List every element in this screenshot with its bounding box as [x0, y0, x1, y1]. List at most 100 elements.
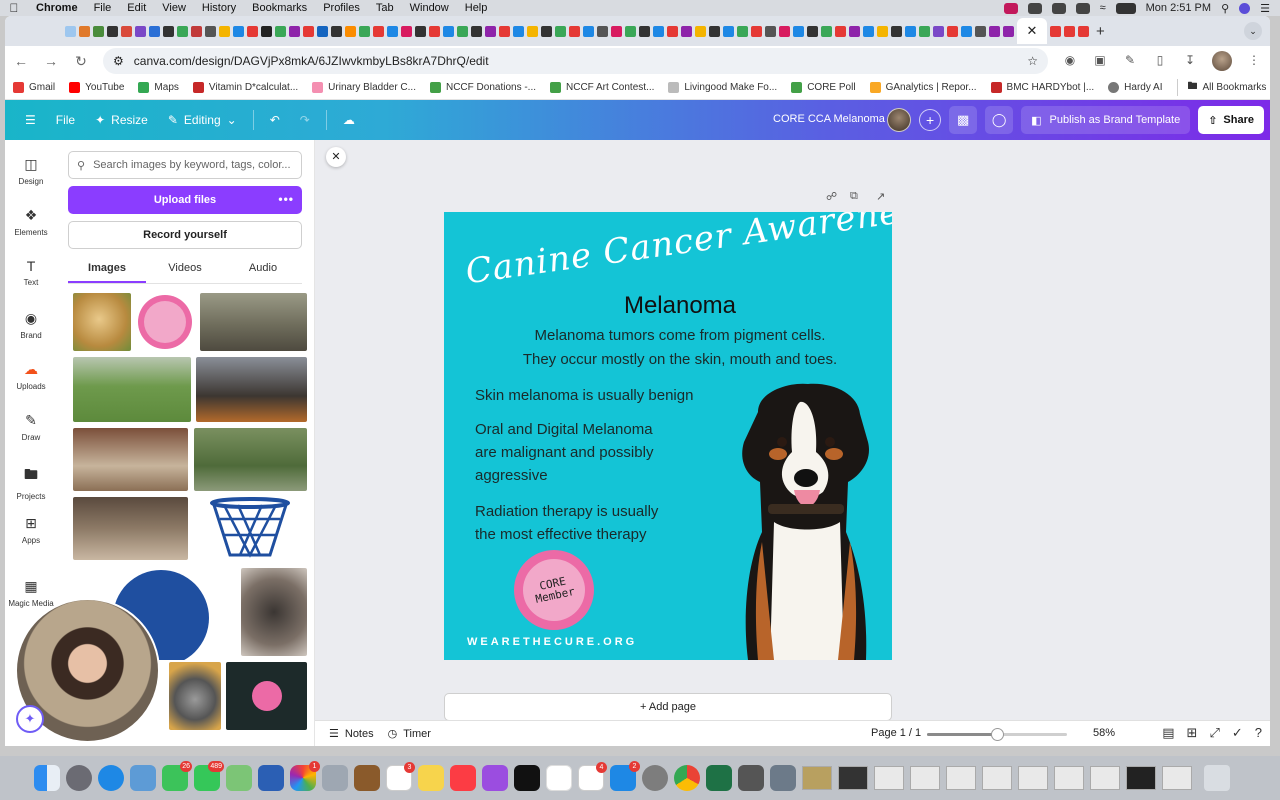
tab-favicon[interactable]: [401, 25, 412, 37]
rail-elements[interactable]: ❖ Elements: [5, 207, 57, 237]
download-icon[interactable]: ↧: [1182, 53, 1198, 69]
grid-view-icon[interactable]: ⊞: [1187, 725, 1198, 741]
rail-magic-media[interactable]: ▦ Magic Media: [5, 578, 57, 608]
excel-icon[interactable]: [706, 765, 732, 791]
bookmark-maps[interactable]: Maps: [138, 82, 179, 93]
magic-assistant-icon[interactable]: ✦: [16, 705, 44, 733]
bookmark-star-icon[interactable]: ☆: [1027, 54, 1038, 68]
upload-thumbnail-basketball-net[interactable]: [194, 497, 307, 560]
tab-favicon[interactable]: [877, 25, 888, 37]
dock-window-thumbnail[interactable]: [1090, 766, 1120, 790]
url-text[interactable]: canva.com/design/DAGVjPx8mkA/6JZIwvkmbyL…: [134, 54, 1017, 68]
tab-favicon[interactable]: [163, 25, 174, 37]
messages-icon[interactable]: 489: [194, 761, 224, 791]
undo-icon[interactable]: ↶: [260, 100, 290, 140]
news-icon[interactable]: [546, 765, 572, 791]
podcasts-icon[interactable]: [482, 765, 508, 791]
tray-icon[interactable]: [1003, 2, 1018, 14]
tab-audio[interactable]: Audio: [224, 258, 302, 283]
tab-favicon[interactable]: [1050, 25, 1061, 37]
tab-favicon[interactable]: [513, 25, 524, 37]
menu-tab[interactable]: Tab: [368, 2, 402, 14]
tab-favicon[interactable]: [961, 25, 972, 37]
apple-menu-icon[interactable]: : [0, 1, 28, 15]
chrome-icon[interactable]: [674, 765, 700, 791]
add-page-button[interactable]: + Add page: [444, 693, 892, 721]
spotlight-icon[interactable]: ⚲: [1221, 2, 1229, 15]
upload-thumbnail-golden-dog[interactable]: [73, 293, 131, 351]
control-center-icon[interactable]: ☰: [1260, 2, 1270, 15]
tab-favicon[interactable]: [723, 25, 734, 37]
photos-icon[interactable]: 1: [290, 761, 320, 791]
dock-window-thumbnail[interactable]: [1018, 766, 1048, 790]
menu-edit[interactable]: Edit: [119, 2, 154, 14]
keychain-icon[interactable]: [322, 765, 348, 791]
tab-favicon[interactable]: [751, 25, 762, 37]
tab-favicon[interactable]: [345, 25, 356, 37]
dock-window-thumbnail[interactable]: [946, 766, 976, 790]
safari-icon[interactable]: [98, 765, 124, 791]
trash-icon[interactable]: [1204, 765, 1230, 791]
more-options-icon[interactable]: •••: [278, 192, 294, 206]
bookmark-youtube[interactable]: YouTube: [69, 82, 124, 93]
image-search-input[interactable]: ⚲ Search images by keyword, tags, color.…: [68, 151, 302, 179]
tab-favicon[interactable]: [541, 25, 552, 37]
url-omnibox[interactable]: ⚙ canva.com/design/DAGVjPx8mkA/6JZIwvkmb…: [103, 48, 1048, 74]
tab-favicon[interactable]: [765, 25, 776, 37]
tab-favicon[interactable]: [849, 25, 860, 37]
tab-favicon[interactable]: [373, 25, 384, 37]
tab-favicon[interactable]: [317, 25, 328, 37]
tab-favicon[interactable]: [415, 25, 426, 37]
add-page-icon[interactable]: ↗: [876, 190, 885, 203]
calendar-date-icon[interactable]: 4: [578, 762, 607, 791]
tab-favicon[interactable]: [205, 25, 216, 37]
cloud-saved-icon[interactable]: ☁: [333, 100, 365, 140]
tray-icon[interactable]: [1075, 2, 1090, 14]
apple-tv-icon[interactable]: [514, 765, 540, 791]
page-indicator[interactable]: Page 1 / 1: [871, 727, 921, 739]
rail-text[interactable]: T Text: [5, 258, 57, 287]
invite-plus-icon[interactable]: +: [919, 109, 942, 131]
upload-thumbnail-pug[interactable]: [241, 568, 307, 656]
tab-favicon[interactable]: [527, 25, 538, 37]
menu-help[interactable]: Help: [457, 2, 496, 14]
main-menu-icon[interactable]: ☰: [15, 100, 46, 140]
tab-favicon[interactable]: [821, 25, 832, 37]
clock[interactable]: Mon 2:51 PM: [1146, 2, 1211, 14]
tab-favicon[interactable]: [863, 25, 874, 37]
bookmark-gmail[interactable]: Gmail: [13, 82, 55, 93]
bookmark-nccf-art[interactable]: NCCF Art Contest...: [550, 82, 654, 93]
tab-videos[interactable]: Videos: [146, 258, 224, 283]
tab-favicon[interactable]: [947, 25, 958, 37]
upload-thumbnail-group-outdoors[interactable]: [194, 428, 307, 491]
tab-favicon[interactable]: [933, 25, 944, 37]
tab-favicon[interactable]: [611, 25, 622, 37]
upload-thumbnail-core-badge[interactable]: [136, 293, 194, 351]
tab-favicon[interactable]: [443, 25, 454, 37]
insights-chart-icon[interactable]: ▩: [949, 106, 978, 134]
tab-favicon[interactable]: [247, 25, 258, 37]
sidebar-icon[interactable]: ▯: [1152, 53, 1168, 69]
collaborator-avatar[interactable]: [887, 108, 912, 132]
tab-favicon[interactable]: [569, 25, 580, 37]
upload-thumbnail-people-indoor[interactable]: [200, 293, 307, 351]
tab-favicon[interactable]: [429, 25, 440, 37]
upload-thumbnail-schnauzer[interactable]: [169, 662, 221, 730]
rail-draw[interactable]: ✎ Draw: [5, 412, 57, 442]
tab-favicon[interactable]: [975, 25, 986, 37]
tab-favicon[interactable]: [1064, 25, 1075, 37]
dock-window-thumbnail[interactable]: [1126, 766, 1156, 790]
app-store-icon[interactable]: 2: [610, 761, 640, 791]
dock-window-thumbnail[interactable]: [802, 766, 832, 790]
tab-favicon[interactable]: [653, 25, 664, 37]
upload-files-button[interactable]: Upload files •••: [68, 186, 302, 214]
tab-favicon[interactable]: [79, 25, 90, 37]
lock-icon[interactable]: ☍: [826, 190, 837, 203]
screen-capture-icon[interactable]: [770, 765, 796, 791]
zoom-slider[interactable]: [927, 728, 1067, 741]
tab-favicon[interactable]: [737, 25, 748, 37]
reload-icon[interactable]: ↻: [73, 53, 89, 70]
profile-avatar[interactable]: [1212, 51, 1232, 71]
preview-icon[interactable]: [130, 765, 156, 791]
tab-favicon[interactable]: [555, 25, 566, 37]
